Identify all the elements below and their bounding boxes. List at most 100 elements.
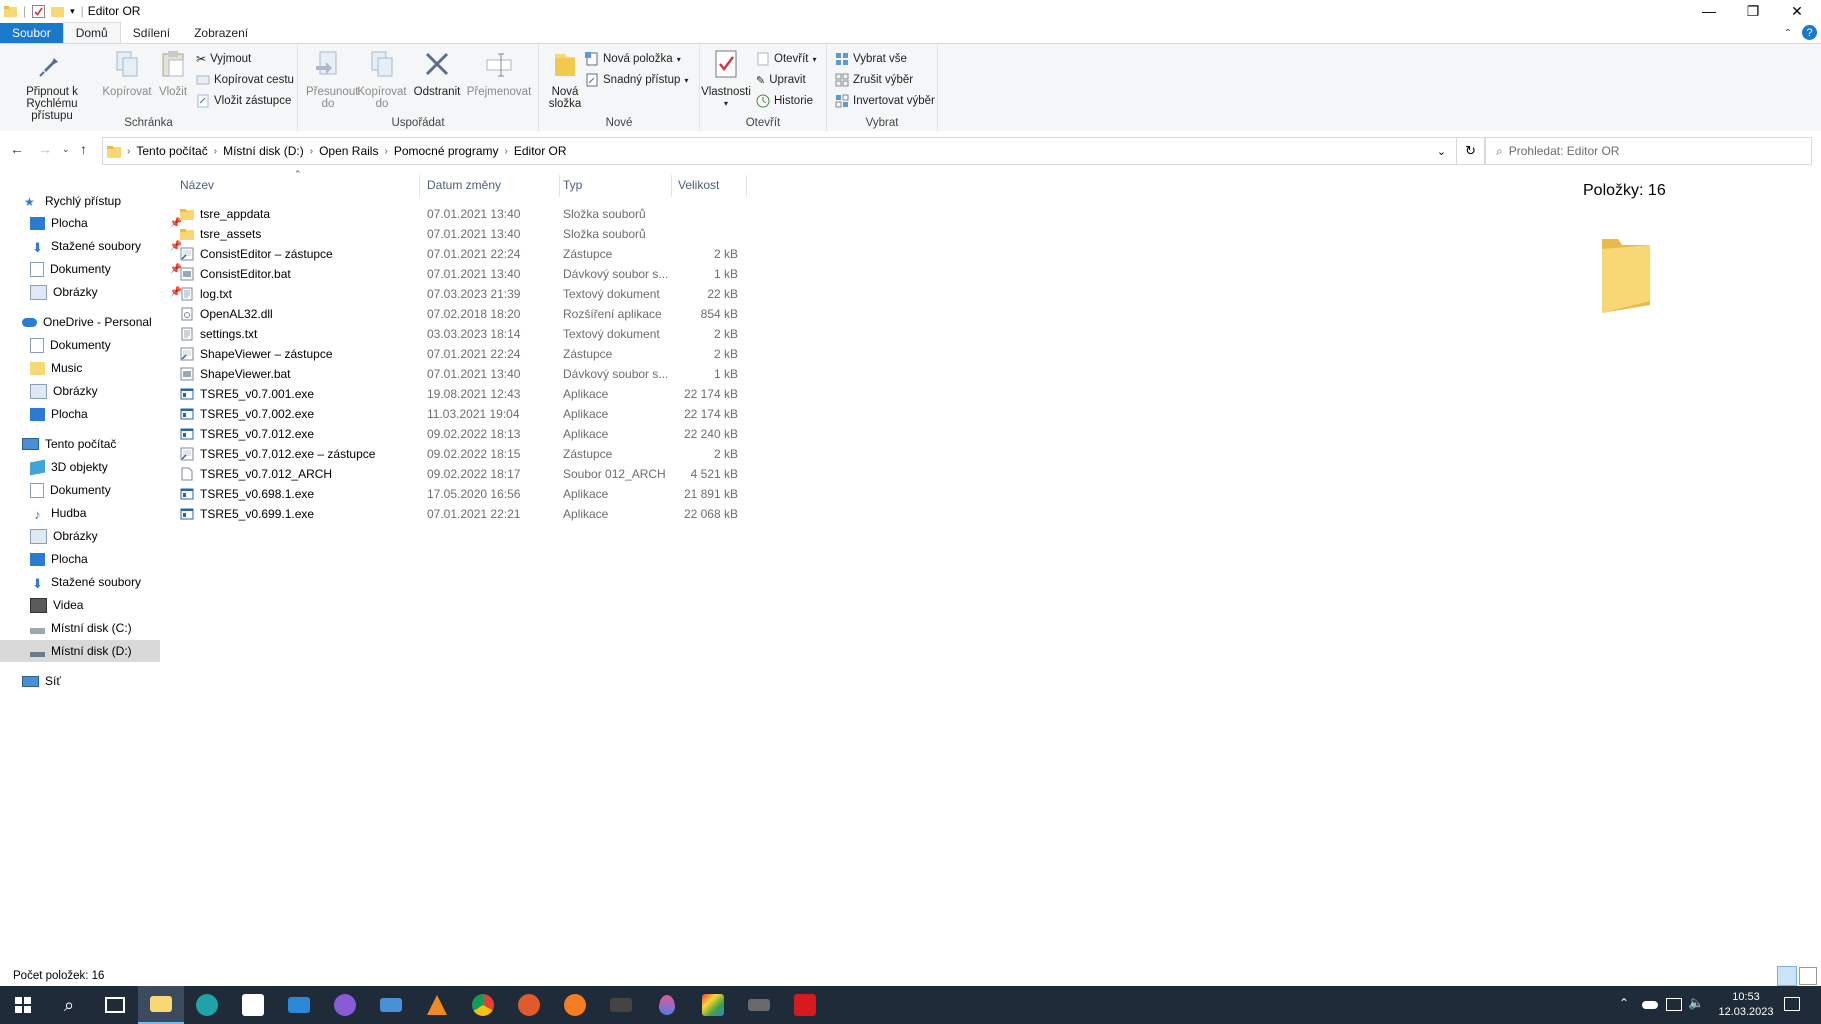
details-view-icon[interactable] <box>1777 966 1797 986</box>
taskbar-app-train[interactable] <box>598 986 644 1024</box>
back-arrow-icon[interactable]: ← <box>10 141 24 157</box>
minimize-button[interactable]: — <box>1687 0 1731 22</box>
file-row[interactable]: ConsistEditor.bat 07.01.2021 13:40 Dávkový… <box>178 264 748 284</box>
forward-arrow-icon[interactable]: → <box>38 141 52 157</box>
column-date[interactable]: Datum změny <box>427 178 501 192</box>
taskbar-app-purple[interactable] <box>322 986 368 1024</box>
restore-button[interactable]: ❐ <box>1731 0 1775 22</box>
breadcrumb-this-pc[interactable]: Tento počítač <box>130 144 213 158</box>
move-to-button[interactable]: Přesunout do <box>302 48 358 110</box>
nav-pc-3d-objects[interactable]: 3D objekty <box>0 456 190 478</box>
cut-button[interactable]: ✂ Vyjmout <box>196 50 251 68</box>
tray-volume-icon[interactable]: 🔈 <box>1688 995 1704 1011</box>
nav-quick-access[interactable]: ★ Rychlý přístup <box>0 190 184 212</box>
clock[interactable]: 10:53 12.03.2023 <box>1716 990 1776 1020</box>
tray-network-icon[interactable] <box>1666 998 1682 1011</box>
nav-qa-downloads[interactable]: ⬇ Stažené soubory 📌 <box>0 235 190 257</box>
taskbar-app-colors[interactable] <box>690 986 736 1024</box>
nav-network[interactable]: Síť <box>0 670 182 692</box>
file-row[interactable]: ShapeViewer – zástupce 07.01.2021 22:24 Zá… <box>178 344 748 364</box>
file-row[interactable]: settings.txt 03.03.2023 18:14 Textový doku… <box>178 324 748 344</box>
taskbar-app-blue[interactable] <box>368 986 414 1024</box>
taskbar-avast[interactable] <box>552 986 598 1024</box>
tray-onedrive-icon[interactable] <box>1642 1001 1658 1009</box>
tab-home[interactable]: Domů <box>62 22 121 43</box>
file-row[interactable]: OpenAL32.dll 07.02.2018 18:20 Rozšíření ap… <box>178 304 748 324</box>
nav-pc-pictures[interactable]: Obrázky <box>0 525 190 547</box>
copy-to-button[interactable]: Kopírovat do <box>356 48 408 110</box>
file-row[interactable]: TSRE5_v0.7.001.exe 19.08.2021 12:43 Aplika… <box>178 384 748 404</box>
file-row[interactable]: ShapeViewer.bat 07.01.2021 13:40 Dávkový s… <box>178 364 748 384</box>
edit-button[interactable]: ✎ Upravit <box>756 71 806 89</box>
search-taskbar-button[interactable]: ⌕ <box>46 986 92 1024</box>
search-input[interactable]: Prohledat: Editor OR <box>1509 144 1620 158</box>
new-item-button[interactable]: Nová položka ▾ <box>585 50 681 68</box>
nav-this-pc[interactable]: Tento počítač <box>0 433 182 455</box>
taskbar-edge[interactable] <box>184 986 230 1024</box>
nav-pc-music[interactable]: ♪ Hudba <box>0 502 190 524</box>
file-row[interactable]: log.txt 07.03.2023 21:39 Textový dokument 2… <box>178 284 748 304</box>
address-history-chevron-icon[interactable]: ⌄ <box>1437 145 1446 158</box>
nav-qa-desktop[interactable]: Plocha 📌 <box>0 212 190 234</box>
nav-onedrive[interactable]: OneDrive - Personal <box>0 311 182 333</box>
copy-path-button[interactable]: Kopírovat cestu <box>196 71 294 89</box>
breadcrumb-open-rails[interactable]: Open Rails <box>313 144 384 158</box>
file-row[interactable]: TSRE5_v0.7.012.exe – zástupce 09.02.2022 … <box>178 444 748 464</box>
nav-pc-downloads[interactable]: ⬇ Stažené soubory <box>0 571 190 593</box>
file-row[interactable]: TSRE5_v0.7.012.exe 09.02.2022 18:13 Aplika… <box>178 424 748 444</box>
delete-button[interactable]: Odstranit <box>412 48 462 98</box>
nav-pc-disk-d[interactable]: Místní disk (D:) <box>0 640 160 662</box>
breadcrumb-helper-programs[interactable]: Pomocné programy <box>388 144 505 158</box>
tray-chevron-up-icon[interactable]: ⌃ <box>1619 996 1629 1010</box>
taskbar-app-swirl[interactable] <box>506 986 552 1024</box>
tab-file[interactable]: Soubor <box>0 23 63 43</box>
column-type[interactable]: Typ <box>563 178 582 192</box>
tab-view[interactable]: Zobrazení <box>182 23 260 43</box>
address-box[interactable]: › Tento počítač › Místní disk (D:) › Ope… <box>102 137 1485 165</box>
easy-access-button[interactable]: Snadný přístup ▾ <box>585 71 688 89</box>
nav-pc-videos[interactable]: Videa <box>0 594 190 616</box>
nav-qa-pictures[interactable]: Obrázky 📌 <box>0 281 190 303</box>
taskbar-app-drop[interactable] <box>644 986 690 1024</box>
nav-od-desktop[interactable]: Plocha <box>0 403 190 425</box>
taskbar-mail[interactable] <box>276 986 322 1024</box>
history-button[interactable]: Historie <box>756 92 813 110</box>
up-arrow-icon[interactable]: ↑ <box>80 141 87 157</box>
file-row[interactable]: TSRE5_v0.7.002.exe 11.03.2021 19:04 Aplika… <box>178 404 748 424</box>
properties-button[interactable]: Vlastnosti ▾ <box>700 48 752 110</box>
file-row[interactable]: ConsistEditor – zástupce 07.01.2021 22:24… <box>178 244 748 264</box>
properties-check-icon[interactable] <box>32 4 46 18</box>
collapse-ribbon-icon[interactable]: ⌃ <box>1784 28 1792 39</box>
search-box[interactable]: ⌕ Prohledat: Editor OR <box>1485 137 1812 165</box>
nav-pc-documents[interactable]: Dokumenty <box>0 479 190 501</box>
pin-quick-access-button[interactable]: Připnout k Rychlému přístupu <box>4 48 100 122</box>
notifications-icon[interactable] <box>1784 997 1800 1011</box>
file-row[interactable]: tsre_appdata 07.01.2021 13:40 Složka soubo… <box>178 204 748 224</box>
taskbar-vlc[interactable] <box>414 986 460 1024</box>
column-name[interactable]: Název <box>180 178 214 192</box>
rename-button[interactable]: Přejmenovat <box>466 48 532 98</box>
file-row[interactable]: tsre_assets 07.01.2021 13:40 Složka soubor… <box>178 224 748 244</box>
taskbar-chrome[interactable] <box>460 986 506 1024</box>
breadcrumb-disk-d[interactable]: Místní disk (D:) <box>217 144 310 158</box>
nav-qa-documents[interactable]: Dokumenty 📌 <box>0 258 190 280</box>
start-button[interactable] <box>0 986 46 1024</box>
taskbar-amd[interactable] <box>782 986 828 1024</box>
taskbar-store[interactable] <box>230 986 276 1024</box>
select-all-button[interactable]: Vybrat vše <box>835 50 907 68</box>
file-row[interactable]: TSRE5_v0.699.1.exe 07.01.2021 22:21 Aplika… <box>178 504 748 524</box>
refresh-icon[interactable]: ↻ <box>1465 143 1476 159</box>
taskbar-app-locomotive[interactable] <box>736 986 782 1024</box>
paste-button[interactable]: Vložit <box>154 48 192 98</box>
qa-dropdown-icon[interactable]: ▾ <box>70 6 75 17</box>
task-view-button[interactable] <box>92 986 138 1024</box>
select-none-button[interactable]: Zrušit výběr <box>835 71 913 89</box>
taskbar-file-explorer[interactable] <box>138 986 184 1024</box>
invert-selection-button[interactable]: Invertovat výběr <box>835 92 935 110</box>
nav-pc-desktop[interactable]: Plocha <box>0 548 190 570</box>
paste-shortcut-button[interactable]: Vložit zástupce <box>196 92 291 110</box>
nav-od-documents[interactable]: Dokumenty <box>0 334 190 356</box>
open-button[interactable]: Otevřít ▾ <box>756 50 817 68</box>
breadcrumb-editor-or[interactable]: Editor OR <box>508 144 573 158</box>
help-icon[interactable]: ? <box>1802 25 1817 40</box>
